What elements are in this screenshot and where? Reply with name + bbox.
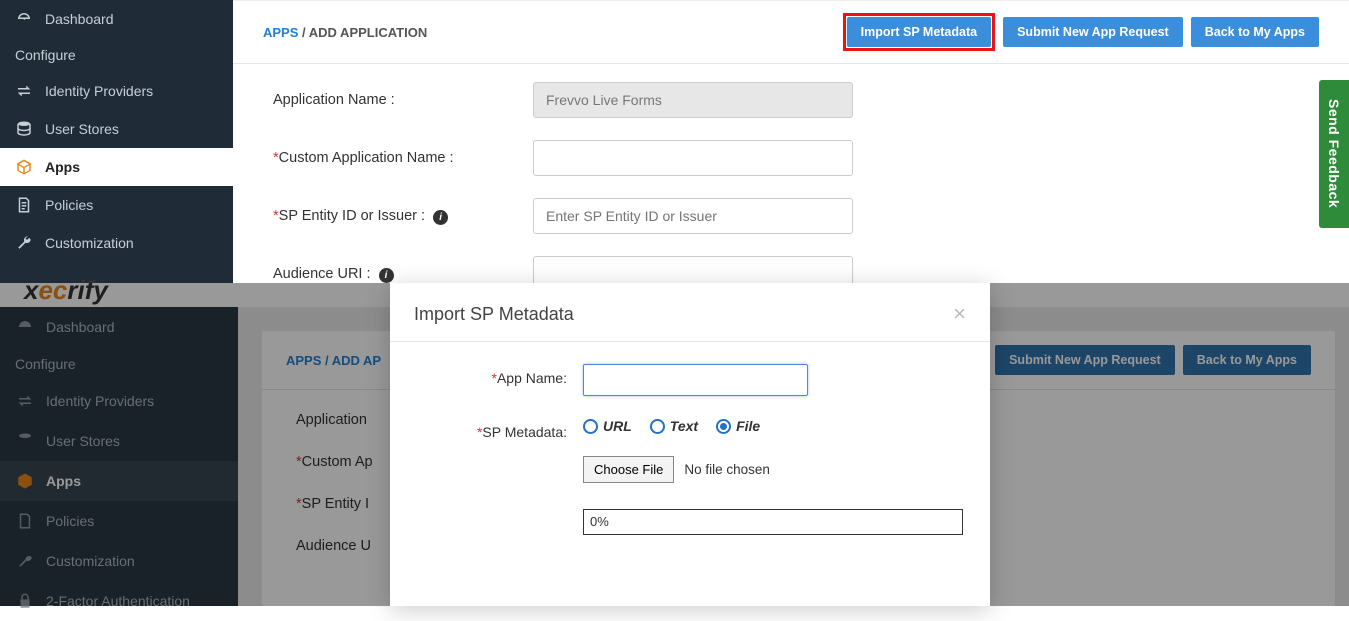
page-header: APPS / ADD APPLICATION Import SP Metadat… — [233, 1, 1349, 64]
radio-file[interactable]: File — [716, 418, 760, 434]
breadcrumb: APPS / ADD APPLICATION — [263, 25, 427, 40]
input-app-name — [533, 82, 853, 118]
file-picker-row: Choose File No file chosen — [583, 456, 960, 483]
sidebar-item-label: Policies — [45, 197, 93, 213]
label-entity-id: *SP Entity ID or Issuer : i — [273, 208, 533, 225]
highlight-box: Import SP Metadata — [843, 13, 995, 51]
breadcrumb-root[interactable]: APPS — [263, 25, 298, 40]
gauge-icon — [15, 10, 33, 28]
sidebar-item-policies[interactable]: Policies — [0, 186, 233, 224]
doc-icon — [15, 196, 33, 214]
row-app-name: Application Name : — [273, 82, 1309, 118]
label-sp-metadata: *SP Metadata: — [438, 418, 583, 440]
info-icon[interactable]: i — [379, 268, 394, 283]
choose-file-button[interactable]: Choose File — [583, 456, 674, 483]
submit-new-app-button[interactable]: Submit New App Request — [1003, 17, 1183, 47]
radio-icon — [650, 419, 665, 434]
input-entity-id[interactable] — [533, 198, 853, 234]
sidebar-item-label: Identity Providers — [45, 83, 153, 99]
breadcrumb-sep: / — [298, 25, 308, 40]
info-icon[interactable]: i — [433, 210, 448, 225]
send-feedback-tab[interactable]: Send Feedback — [1319, 80, 1349, 228]
modal-title: Import SP Metadata — [414, 304, 574, 325]
progress-indicator: 0% — [583, 509, 963, 535]
label-app-name: Application Name : — [273, 92, 533, 108]
sidebar-item-label: User Stores — [45, 121, 119, 137]
radio-icon — [716, 419, 731, 434]
label-custom-name: *Custom Application Name : — [273, 150, 533, 166]
row-sp-metadata: *SP Metadata: URL Text File — [438, 418, 960, 440]
label-app-name: *App Name: — [438, 364, 583, 386]
breadcrumb-current: ADD APPLICATION — [309, 25, 427, 40]
sidebar-item-dashboard[interactable]: Dashboard — [0, 0, 233, 38]
header-buttons: Import SP Metadata Submit New App Reques… — [843, 13, 1319, 51]
box-icon — [15, 158, 33, 176]
sidebar-item-label: Apps — [45, 159, 80, 175]
label-audience-uri: Audience URI : i — [273, 266, 533, 283]
back-to-apps-button[interactable]: Back to My Apps — [1191, 17, 1319, 47]
sidebar: Dashboard Configure Identity Providers U… — [0, 0, 233, 283]
sidebar-item-customization[interactable]: Customization — [0, 224, 233, 262]
import-sp-metadata-button[interactable]: Import SP Metadata — [847, 17, 991, 47]
sidebar-item-apps[interactable]: Apps — [0, 148, 233, 186]
input-custom-name[interactable] — [533, 140, 853, 176]
input-app-name[interactable] — [583, 364, 808, 396]
swap-icon — [15, 82, 33, 100]
sidebar-section-configure: Configure — [0, 38, 233, 72]
file-status: No file chosen — [684, 462, 770, 477]
radio-icon — [583, 419, 598, 434]
radio-url[interactable]: URL — [583, 418, 632, 434]
database-icon — [15, 120, 33, 138]
main-content: APPS / ADD APPLICATION Import SP Metadat… — [233, 0, 1349, 283]
sidebar-item-identity-providers[interactable]: Identity Providers — [0, 72, 233, 110]
sidebar-item-label: Customization — [45, 235, 134, 251]
bottom-panel: xecrify Dashboard Configure Identity Pro… — [0, 283, 1349, 606]
sidebar-item-label: Dashboard — [45, 11, 114, 27]
row-entity-id: *SP Entity ID or Issuer : i — [273, 198, 1309, 234]
sidebar-item-user-stores[interactable]: User Stores — [0, 110, 233, 148]
top-panel: Dashboard Configure Identity Providers U… — [0, 0, 1349, 283]
row-app-name: *App Name: — [438, 364, 960, 396]
modal-body: *App Name: *SP Metadata: URL Text File C… — [390, 342, 990, 545]
close-icon[interactable]: × — [953, 301, 966, 327]
row-custom-name: *Custom Application Name : — [273, 140, 1309, 176]
metadata-radio-group: URL Text File — [583, 418, 760, 434]
import-sp-metadata-modal: Import SP Metadata × *App Name: *SP Meta… — [390, 283, 990, 606]
modal-header: Import SP Metadata × — [390, 283, 990, 342]
wrench-icon — [15, 234, 33, 252]
radio-text[interactable]: Text — [650, 418, 698, 434]
